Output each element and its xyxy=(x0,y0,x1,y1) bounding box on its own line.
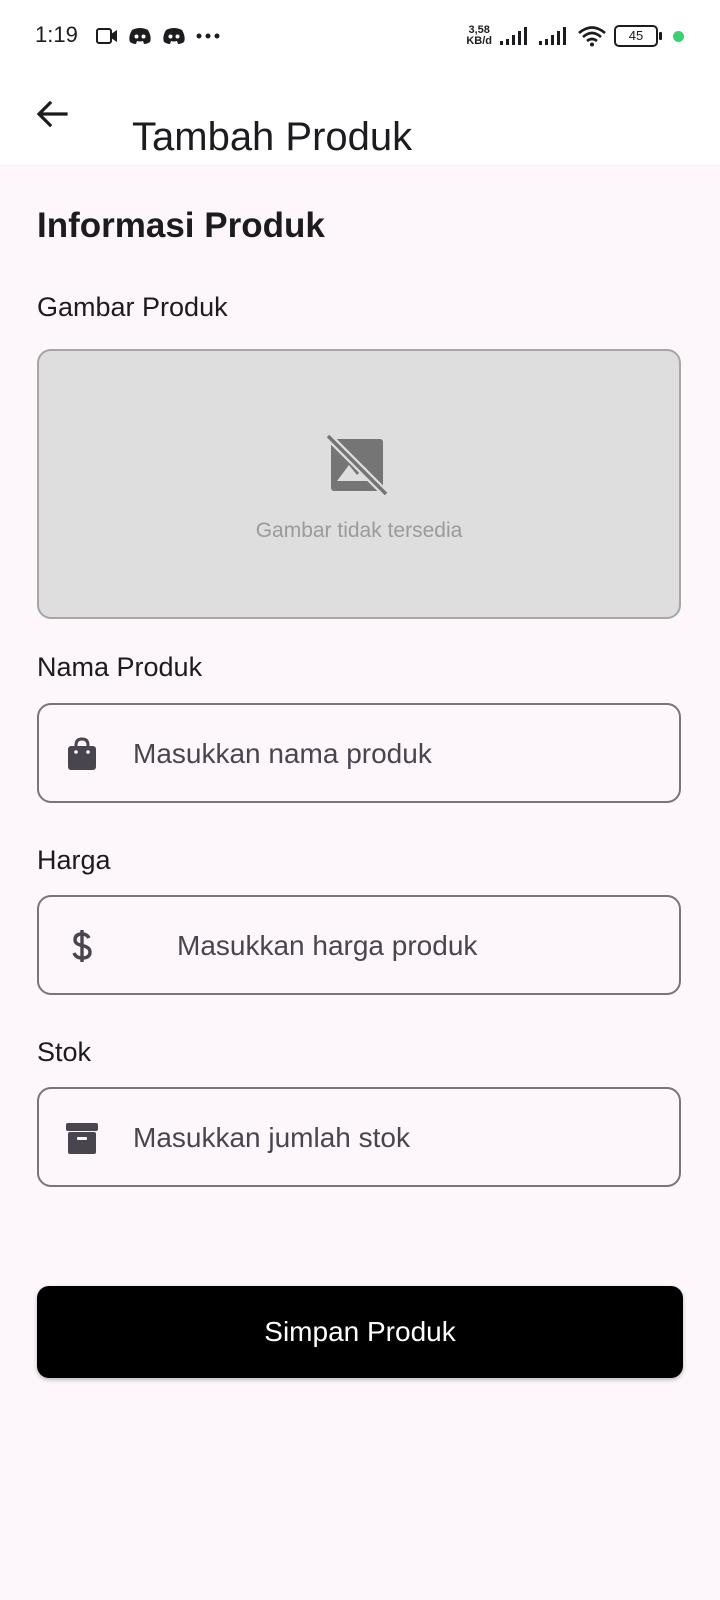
stock-label: Stok xyxy=(37,1037,92,1067)
save-product-button[interactable]: Simpan Produk xyxy=(37,1286,683,1378)
image-placeholder-caption: Gambar tidak tersedia xyxy=(255,519,463,542)
section-title: Informasi Produk xyxy=(37,206,325,245)
image-label: Gambar Produk xyxy=(37,292,228,322)
status-time: 1:19 xyxy=(35,22,78,47)
price-field[interactable] xyxy=(37,895,681,995)
stock-field[interactable] xyxy=(37,1087,681,1187)
discord-icon xyxy=(129,28,151,44)
image-picker[interactable]: Gambar tidak tersedia xyxy=(37,349,681,619)
signal-icon xyxy=(539,27,566,45)
more-icon xyxy=(196,33,220,39)
shopping-bag-icon xyxy=(68,737,96,770)
discord-icon xyxy=(163,28,185,44)
name-input[interactable] xyxy=(131,705,663,803)
wifi-icon xyxy=(578,26,606,47)
name-field[interactable] xyxy=(37,703,681,803)
notification-icons xyxy=(96,24,220,48)
video-icon xyxy=(96,28,117,44)
battery-icon: 45 xyxy=(614,25,662,47)
image-not-supported-icon xyxy=(325,433,389,497)
price-input[interactable] xyxy=(175,897,663,995)
status-dot xyxy=(673,30,684,42)
network-speed: 3,58 KB/d xyxy=(466,25,492,47)
name-label: Nama Produk xyxy=(37,652,203,682)
back-button[interactable] xyxy=(28,90,76,138)
system-icons: 3,58 KB/d 45 xyxy=(466,22,684,50)
dollar-icon xyxy=(72,930,92,962)
status-bar: 1:19 3,58 KB/d 45 xyxy=(0,0,720,72)
arrow-back-icon xyxy=(36,100,68,128)
price-label: Harga xyxy=(37,845,111,875)
network-speed-unit: KB/d xyxy=(466,35,492,47)
archive-icon xyxy=(66,1123,98,1154)
signal-icon xyxy=(500,27,527,45)
app-bar: Tambah Produk xyxy=(0,72,720,164)
stock-input[interactable] xyxy=(131,1089,663,1187)
page-title: Tambah Produk xyxy=(132,114,413,159)
